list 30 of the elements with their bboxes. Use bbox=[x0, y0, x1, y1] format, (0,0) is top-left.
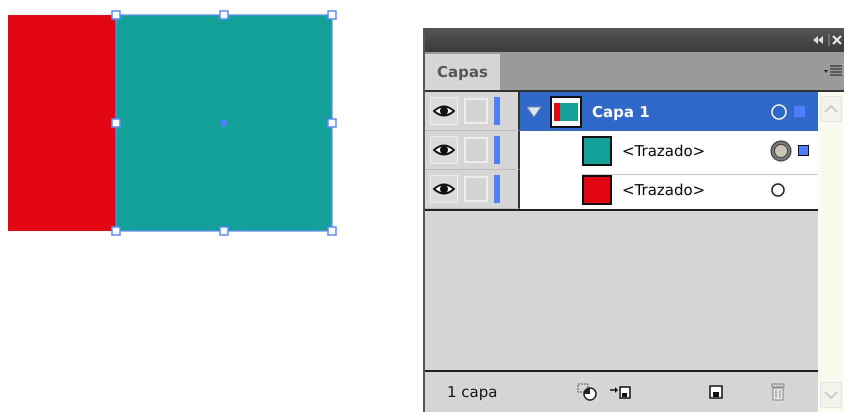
eye-icon bbox=[433, 104, 455, 118]
collapse-icon[interactable] bbox=[812, 35, 824, 45]
path-name: <Trazado> bbox=[622, 181, 706, 199]
visibility-toggle[interactable] bbox=[430, 97, 458, 125]
close-icon[interactable] bbox=[828, 34, 842, 46]
selection-square[interactable] bbox=[798, 145, 809, 156]
chevron-down-icon bbox=[824, 391, 838, 399]
sublayer-row[interactable]: <Trazado> bbox=[520, 131, 818, 170]
layer-thumbnail bbox=[550, 96, 582, 128]
sublayer-row[interactable]: <Trazado> bbox=[520, 170, 818, 209]
layer-color-bar bbox=[494, 175, 500, 203]
lock-toggle[interactable] bbox=[464, 98, 488, 124]
visibility-toggle[interactable] bbox=[430, 175, 458, 203]
eye-icon bbox=[433, 143, 455, 157]
target-icon[interactable] bbox=[770, 182, 786, 198]
layer-color-bar bbox=[494, 136, 500, 164]
chevron-up-icon bbox=[824, 105, 838, 113]
expand-triangle-icon[interactable] bbox=[526, 106, 542, 118]
lock-toggle[interactable] bbox=[464, 137, 488, 163]
layer-name: Capa 1 bbox=[592, 102, 650, 120]
path-name: <Trazado> bbox=[622, 142, 706, 160]
eye-icon bbox=[433, 182, 455, 196]
clipping-mask-button[interactable] bbox=[577, 381, 599, 403]
panel-tab[interactable]: Capas bbox=[425, 54, 500, 90]
visibility-toggle[interactable] bbox=[430, 136, 458, 164]
lock-toggle[interactable] bbox=[464, 176, 488, 202]
layer-count: 1 capa bbox=[447, 383, 498, 401]
menu-icon[interactable] bbox=[824, 64, 842, 76]
target-icon[interactable] bbox=[770, 140, 792, 162]
layer-row[interactable]: Capa 1 bbox=[520, 92, 818, 131]
